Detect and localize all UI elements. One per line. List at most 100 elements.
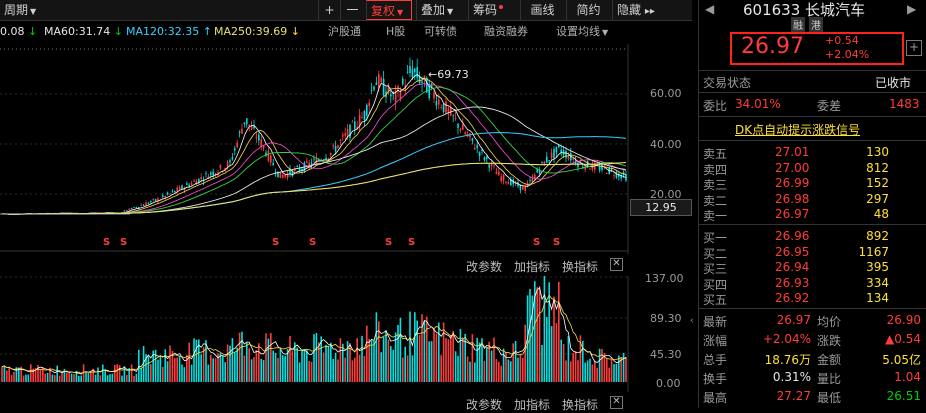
collapse-handle-icon[interactable]: ‹ xyxy=(690,316,694,326)
stat-label: 量比 xyxy=(817,372,842,386)
chips-button[interactable]: 筹码 xyxy=(468,0,518,20)
stat-label: 涨幅 xyxy=(703,334,728,348)
ma60-value: MA60:31.74 xyxy=(44,25,111,38)
close-icon[interactable]: ✕ xyxy=(610,396,623,409)
margin-trading-link[interactable]: 融资融券 xyxy=(484,22,528,42)
current-price-tag: 12.95 xyxy=(630,199,692,216)
hk-connect-link[interactable]: 沪股通 xyxy=(328,22,361,42)
committee-ratio: 34.01% xyxy=(735,97,781,111)
price-axis-label-40: 40.00 xyxy=(650,138,682,151)
signal-marker[interactable]: S xyxy=(103,237,110,248)
h-share-link[interactable]: H股 xyxy=(386,22,405,42)
signal-marker[interactable]: S xyxy=(533,237,540,248)
level-label: 卖五 xyxy=(703,147,728,161)
level-price: 26.98 xyxy=(775,191,810,206)
bid-row[interactable]: 买五 26.92 134 xyxy=(699,291,926,307)
margin-tag: 融 xyxy=(791,17,805,32)
chevron-down-icon: ▼ xyxy=(602,28,609,37)
add-indicator-button[interactable]: 加指标 xyxy=(514,258,550,275)
overlay-dropdown[interactable]: 叠加 ▼ xyxy=(416,0,466,20)
level-volume: 152 xyxy=(866,176,889,190)
ask-row[interactable]: 卖四 27.00 812 xyxy=(699,160,926,177)
arrow-down-icon: ↓ xyxy=(28,25,38,38)
stat-row: 最高 27.27 最低 26.51 xyxy=(699,389,926,405)
stat-label: 总手 xyxy=(703,353,728,367)
zoom-in-button[interactable]: + xyxy=(318,0,340,20)
fuquan-dropdown[interactable]: 复权 ▼ xyxy=(366,0,412,20)
add-watchlist-button[interactable]: + xyxy=(906,40,922,56)
stat-value: 26.51 xyxy=(886,389,921,403)
dk-signal-link[interactable]: DK点自动提示涨跌信号 xyxy=(735,121,860,138)
level-label: 卖二 xyxy=(703,193,728,208)
brief-button[interactable]: 简约 xyxy=(566,0,610,20)
bid-row[interactable]: 买三 26.94 395 xyxy=(699,260,926,276)
level-price: 26.92 xyxy=(775,291,810,305)
change-params-button[interactable]: 改参数 xyxy=(466,258,502,275)
hide-button[interactable]: 隐藏 ▸▸ xyxy=(612,0,668,20)
level-label: 买二 xyxy=(703,246,728,261)
stat-row: 换手 0.31% 量比 1.04 xyxy=(699,370,926,386)
switch-indicator-button[interactable]: 换指标 xyxy=(562,258,598,275)
level-volume: 892 xyxy=(866,229,889,243)
bid-row[interactable]: 买四 26.93 334 xyxy=(699,275,926,292)
zoom-out-button[interactable]: 一 xyxy=(340,0,364,20)
level-price: 26.96 xyxy=(775,229,810,243)
signal-marker[interactable]: S xyxy=(309,237,316,248)
signal-marker[interactable]: S xyxy=(120,237,127,248)
chevron-down-icon: ▼ xyxy=(30,7,37,16)
close-icon[interactable]: ✕ xyxy=(610,258,623,271)
volume-panel-toolbar: 改参数 加指标 换指标 ✕ xyxy=(0,258,692,274)
draw-line-button[interactable]: 画线 xyxy=(520,0,564,20)
quote-sidebar: ◀ ▶ 601633 长城汽车 融 港 26.97 +0.54 +2.04% +… xyxy=(698,0,926,408)
ask-row[interactable]: 卖五 27.01 130 xyxy=(699,145,926,161)
notification-dot-icon xyxy=(499,5,504,9)
prev-stock-icon[interactable]: ◀ xyxy=(705,2,714,16)
signal-marker[interactable]: S xyxy=(408,237,415,248)
stat-label: 涨跌 xyxy=(817,334,842,348)
ask-row[interactable]: 卖三 26.99 152 xyxy=(699,176,926,192)
bid-row[interactable]: 买一 26.96 892 xyxy=(699,229,926,245)
stat-value: 27.27 xyxy=(776,389,811,403)
price-axis-label-60: 60.00 xyxy=(650,87,682,100)
level-price: 27.01 xyxy=(775,145,810,159)
level-price: 27.00 xyxy=(775,160,810,175)
bid-row[interactable]: 买二 26.95 1167 xyxy=(699,244,926,261)
volume-axis-label-45: 45.30 xyxy=(650,348,682,361)
level-price: 26.93 xyxy=(775,275,810,290)
level-price: 26.95 xyxy=(775,244,810,259)
signal-marker[interactable]: S xyxy=(272,237,279,248)
ma-indicator-row: 0.08 ↓ MA60:31.74 ↓ MA120:32.35 ↑ MA250:… xyxy=(0,22,692,42)
add-indicator-button[interactable]: 加指标 xyxy=(514,396,550,413)
ask-row[interactable]: 卖二 26.98 297 xyxy=(699,191,926,208)
level-label: 卖四 xyxy=(703,162,728,177)
chevron-down-icon: ▼ xyxy=(447,7,454,16)
stat-row: 最新 26.97 均价 26.90 xyxy=(699,313,926,329)
convertible-bond-link[interactable]: 可转债 xyxy=(424,22,457,42)
volume-chart[interactable] xyxy=(0,276,692,392)
signal-marker[interactable]: S xyxy=(553,237,560,248)
set-ma-dropdown[interactable]: 设置均线 ▼ xyxy=(556,22,608,43)
volume-axis-label-89: 89.30 xyxy=(650,312,682,325)
ask-row[interactable]: 卖一 26.97 48 xyxy=(699,207,926,223)
trade-status-row: 交易状态 已收市 xyxy=(703,76,912,90)
stat-label: 金额 xyxy=(817,353,842,367)
next-stock-icon[interactable]: ▶ xyxy=(907,2,916,16)
stat-value: 26.90 xyxy=(886,313,921,327)
price-change-pct: +2.04% xyxy=(825,48,870,61)
switch-indicator-button[interactable]: 换指标 xyxy=(562,396,598,413)
stat-value: +2.04% xyxy=(762,332,811,346)
level-price: 26.97 xyxy=(775,207,810,221)
level-label: 买一 xyxy=(703,231,728,245)
price-change: +0.54 xyxy=(825,34,859,47)
period-dropdown[interactable]: 周期 ▼ xyxy=(0,0,44,20)
chart-toolbar: 周期 ▼ + 一 复权 ▼ 叠加 ▼ 筹码 画线 简约 隐藏 ▸▸ xyxy=(0,0,692,21)
stat-value: 0.31% xyxy=(772,370,811,384)
level-price: 26.99 xyxy=(775,176,810,190)
level-volume: 1167 xyxy=(858,244,889,259)
trade-status-value: 已收市 xyxy=(875,76,912,90)
change-params-button[interactable]: 改参数 xyxy=(466,396,502,413)
level-volume: 395 xyxy=(866,260,889,274)
signal-marker[interactable]: S xyxy=(385,237,392,248)
candlestick-chart[interactable] xyxy=(0,44,692,254)
stat-label: 最低 xyxy=(817,391,842,405)
